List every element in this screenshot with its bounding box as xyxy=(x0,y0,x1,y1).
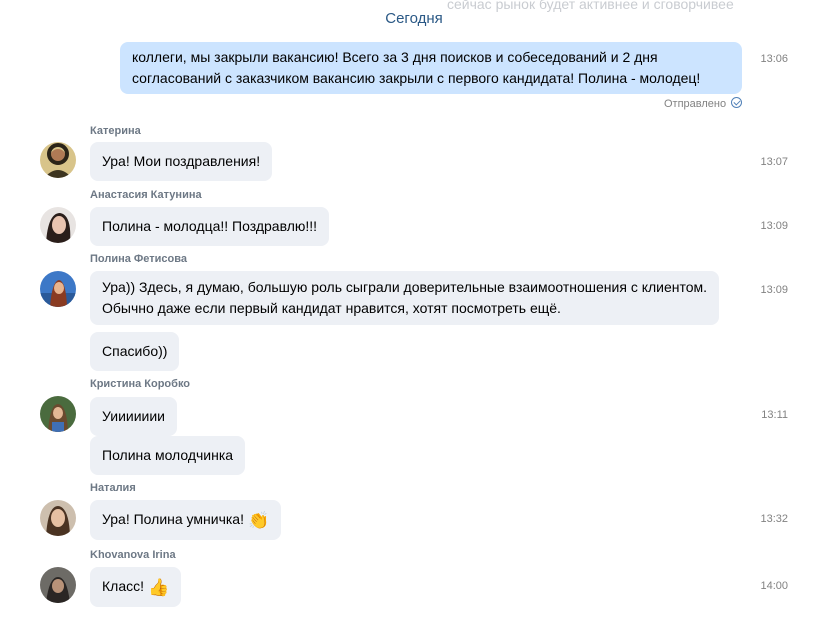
sent-status: Отправлено xyxy=(664,97,743,110)
outgoing-message-line-1: коллеги, мы закрыли вакансию! Всего за 3… xyxy=(132,49,658,65)
sender-name[interactable]: Khovanova Irina xyxy=(90,549,176,561)
message-time: 13:11 xyxy=(761,409,788,421)
sent-check-icon xyxy=(731,97,743,108)
sender-name[interactable]: Полина Фетисова xyxy=(90,253,187,265)
message-text: Спасибо)) xyxy=(102,343,168,359)
clapping-hands-icon: 👏 xyxy=(247,511,270,530)
outgoing-message-bubble[interactable]: коллеги, мы закрыли вакансию! Всего за 3… xyxy=(120,42,742,94)
message-bubble[interactable]: Полина - молодца!! Поздравлю!!! xyxy=(90,207,330,246)
message-time: 13:32 xyxy=(760,513,788,525)
message-text: Ура! Мои поздравления! xyxy=(102,153,261,169)
sender-name[interactable]: Катерина xyxy=(90,125,141,137)
message-text: Полина молодчинка xyxy=(102,447,234,463)
message-text-line-2: Обычно даже если первый кандидат нравитс… xyxy=(102,300,561,316)
message-text-line-1: Ура)) Здесь, я думаю, большую роль сыгра… xyxy=(102,279,708,295)
sender-name[interactable]: Анастасия Катунина xyxy=(90,189,202,201)
message-text: Уиииииии xyxy=(102,408,166,424)
message-text: Полина - молодца!! Поздравлю!!! xyxy=(102,218,318,234)
avatar[interactable] xyxy=(40,500,76,536)
message-bubble[interactable]: Уиииииии xyxy=(90,397,178,436)
thumbs-up-icon: 👍 xyxy=(148,578,170,597)
avatar[interactable] xyxy=(40,567,76,603)
sender-name[interactable]: Наталия xyxy=(90,482,136,494)
sender-name[interactable]: Кристина Коробко xyxy=(90,378,190,390)
avatar[interactable] xyxy=(40,396,76,432)
message-time: 13:09 xyxy=(760,220,788,232)
message-time: 14:00 xyxy=(760,580,788,592)
message-time: 13:07 xyxy=(760,156,788,168)
message-bubble[interactable]: Ура! Полина умничка! 👏 xyxy=(90,500,282,540)
message-time: 13:06 xyxy=(760,53,788,65)
message-bubble[interactable]: Класс! 👍 xyxy=(90,567,182,607)
avatar[interactable] xyxy=(40,271,76,307)
avatar[interactable] xyxy=(40,142,76,178)
outgoing-message-line-2: согласований с заказчиком вакансию закры… xyxy=(132,70,701,86)
date-separator: Сегодня xyxy=(385,10,443,27)
avatar[interactable] xyxy=(40,207,76,243)
message-text: Класс! xyxy=(102,578,144,594)
message-bubble[interactable]: Ура)) Здесь, я думаю, большую роль сыгра… xyxy=(90,271,720,325)
message-text: Ура! Полина умничка! xyxy=(102,511,244,527)
message-bubble[interactable]: Спасибо)) xyxy=(90,332,180,371)
message-bubble[interactable]: Полина молодчинка xyxy=(90,436,246,475)
message-bubble[interactable]: Ура! Мои поздравления! xyxy=(90,142,273,181)
sent-status-label: Отправлено xyxy=(664,98,727,110)
message-time: 13:09 xyxy=(760,284,788,296)
